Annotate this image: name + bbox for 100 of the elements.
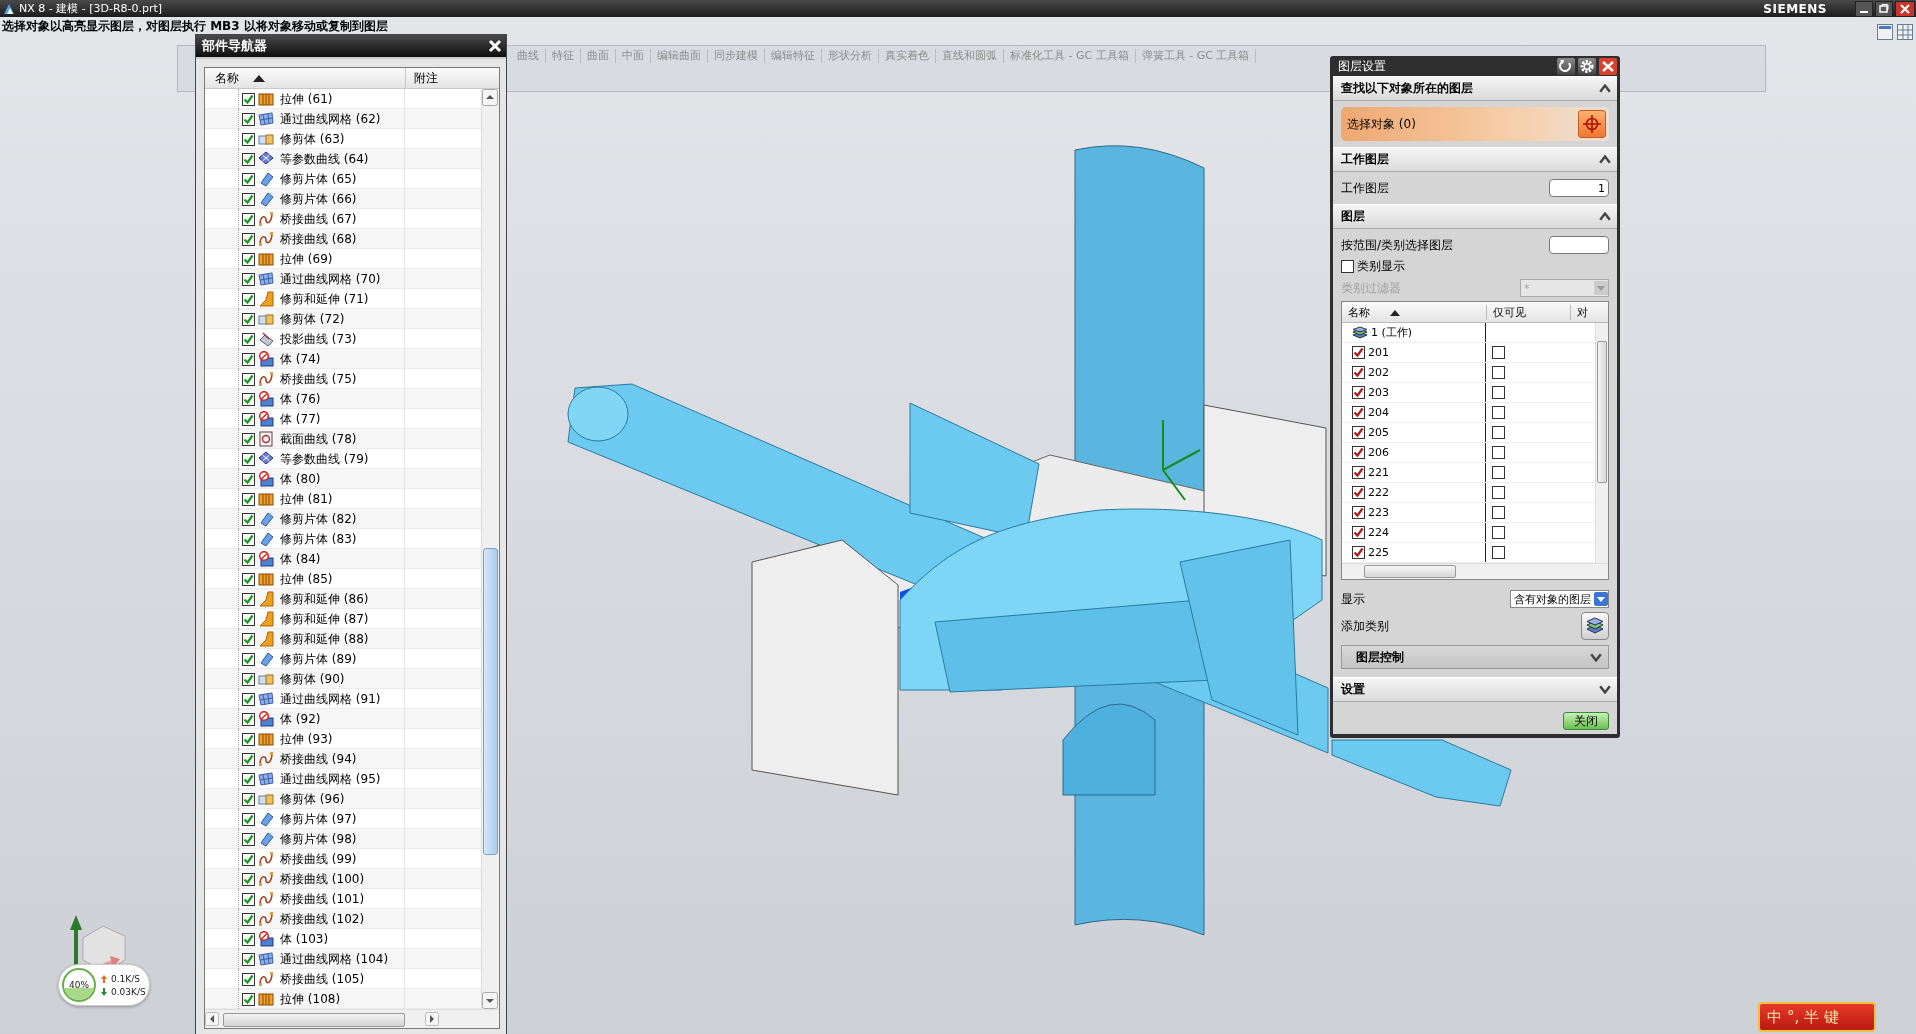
feature-name[interactable]: 修剪片体 (65) (280, 170, 357, 188)
layer-name[interactable]: 206 (1368, 446, 1389, 459)
checkbox[interactable] (1352, 446, 1365, 459)
scroll-up-button[interactable] (482, 89, 498, 106)
layer-name[interactable]: 222 (1368, 486, 1389, 499)
checkbox[interactable] (242, 472, 255, 486)
checkbox[interactable] (242, 252, 255, 266)
checkbox[interactable] (242, 92, 255, 106)
column-header[interactable]: 仅可见 (1486, 304, 1570, 320)
checkbox[interactable] (242, 752, 255, 766)
feature-name[interactable]: 桥接曲线 (105) (280, 970, 365, 988)
checkbox[interactable] (242, 272, 255, 286)
checkbox[interactable] (242, 772, 255, 786)
checkbox[interactable] (242, 792, 255, 806)
feature-name[interactable]: 投影曲线 (73) (280, 330, 357, 348)
checkbox[interactable] (1492, 546, 1505, 559)
checkbox[interactable] (242, 992, 255, 1006)
feature-name[interactable]: 体 (77) (280, 410, 321, 428)
checkbox[interactable] (242, 912, 255, 926)
layer-name[interactable]: 203 (1368, 386, 1389, 399)
checkbox[interactable] (242, 312, 255, 326)
checkbox[interactable] (242, 332, 255, 346)
checkbox[interactable] (1492, 346, 1505, 359)
checkbox[interactable] (1492, 506, 1505, 519)
checkbox[interactable] (242, 612, 255, 626)
checkbox[interactable] (1352, 506, 1365, 519)
feature-name[interactable]: 修剪和延伸 (71) (280, 290, 369, 308)
checkbox[interactable] (242, 972, 255, 986)
checkbox[interactable] (242, 952, 255, 966)
section-header[interactable]: 工作图层 (1333, 147, 1617, 172)
checkbox[interactable] (1492, 526, 1505, 539)
checkbox[interactable] (242, 232, 255, 246)
scroll-down-button[interactable] (482, 992, 498, 1009)
add-category-button[interactable] (1581, 612, 1609, 640)
feature-name[interactable]: 拉伸 (85) (280, 570, 333, 588)
column-header[interactable]: 名称 (215, 69, 239, 87)
layer-name[interactable]: 204 (1368, 406, 1389, 419)
feature-name[interactable]: 通过曲线网格 (95) (280, 770, 381, 788)
checkbox[interactable] (1352, 546, 1365, 559)
checkbox[interactable] (242, 192, 255, 206)
feature-name[interactable]: 拉伸 (69) (280, 250, 333, 268)
checkbox[interactable] (242, 132, 255, 146)
expand-button[interactable] (1590, 652, 1602, 662)
checkbox[interactable] (242, 292, 255, 306)
checkbox[interactable] (242, 932, 255, 946)
collapse-button[interactable] (1599, 212, 1611, 221)
close-button[interactable]: 关闭 (1563, 712, 1609, 730)
checkbox[interactable] (242, 872, 255, 886)
checkbox[interactable] (242, 432, 255, 446)
expand-button[interactable] (1599, 685, 1611, 694)
scroll-thumb[interactable] (483, 548, 498, 855)
feature-name[interactable]: 体 (80) (280, 470, 321, 488)
checkbox[interactable] (242, 112, 255, 126)
checkbox[interactable] (1341, 260, 1354, 273)
checkbox[interactable] (242, 652, 255, 666)
checkbox[interactable] (1352, 426, 1365, 439)
horizontal-scrollbar[interactable] (1342, 563, 1608, 579)
scroll-thumb[interactable] (1597, 341, 1607, 483)
selection-bar[interactable]: 选择对象 (0) (1341, 107, 1609, 141)
checkbox[interactable] (242, 372, 255, 386)
vertical-scrollbar[interactable] (1595, 323, 1608, 563)
grid-icon[interactable] (1897, 24, 1913, 40)
close-button[interactable] (486, 37, 504, 55)
checkbox[interactable] (242, 712, 255, 726)
settings-icon[interactable] (1578, 57, 1596, 75)
checkbox[interactable] (242, 552, 255, 566)
checkbox[interactable] (1492, 386, 1505, 399)
feature-name[interactable]: 修剪片体 (89) (280, 650, 357, 668)
work-layer-field[interactable]: 1 (1549, 179, 1609, 197)
reset-button[interactable] (1557, 57, 1575, 75)
horizontal-scrollbar[interactable] (205, 1009, 499, 1028)
collapse-button[interactable] (1599, 84, 1611, 93)
scroll-thumb[interactable] (1364, 565, 1456, 578)
feature-name[interactable]: 等参数曲线 (79) (280, 450, 369, 468)
feature-name[interactable]: 修剪体 (63) (280, 130, 345, 148)
checkbox[interactable] (1492, 446, 1505, 459)
range-field[interactable] (1549, 236, 1609, 254)
checkbox[interactable] (242, 672, 255, 686)
checkbox[interactable] (1352, 526, 1365, 539)
checkbox[interactable] (242, 892, 255, 906)
feature-name[interactable]: 修剪和延伸 (87) (280, 610, 369, 628)
checkbox[interactable] (242, 812, 255, 826)
layer-name[interactable]: 224 (1368, 526, 1389, 539)
checkbox[interactable] (242, 492, 255, 506)
feature-name[interactable]: 体 (74) (280, 350, 321, 368)
feature-name[interactable]: 桥接曲线 (75) (280, 370, 357, 388)
checkbox[interactable] (242, 572, 255, 586)
checkbox[interactable] (1492, 466, 1505, 479)
feature-name[interactable]: 桥接曲线 (101) (280, 890, 365, 908)
checkbox[interactable] (242, 532, 255, 546)
collapse-button[interactable] (1599, 155, 1611, 164)
feature-name[interactable]: 拉伸 (108) (280, 990, 341, 1008)
feature-name[interactable]: 拉伸 (61) (280, 90, 333, 108)
checkbox[interactable] (1352, 406, 1365, 419)
feature-name[interactable]: 桥接曲线 (99) (280, 850, 357, 868)
layer-name[interactable]: 225 (1368, 546, 1389, 559)
checkbox[interactable] (242, 852, 255, 866)
layer-name[interactable]: 202 (1368, 366, 1389, 379)
checkbox[interactable] (242, 172, 255, 186)
checkbox[interactable] (242, 212, 255, 226)
